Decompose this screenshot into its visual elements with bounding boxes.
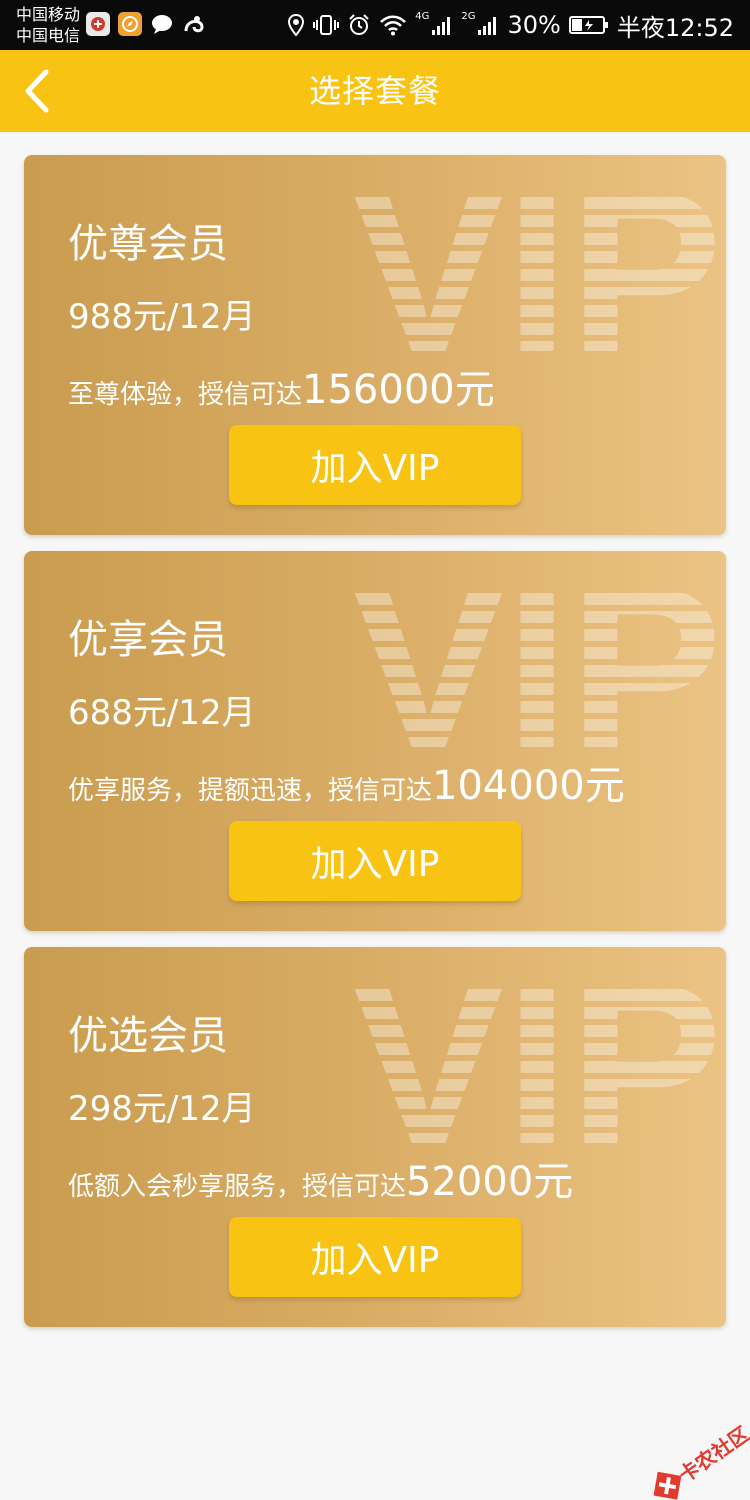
clock: 半夜12:52 xyxy=(616,13,734,42)
vip-watermark: VIP xyxy=(352,161,723,361)
plan-description: 低额入会秒享服务，授信可达52000元 xyxy=(68,1149,573,1207)
plan-name: 优选会员 xyxy=(68,1013,228,1059)
vip-watermark: VIP xyxy=(352,953,723,1153)
nav-bar: 选择套餐 xyxy=(0,50,750,132)
plan-desc-text: 低额入会秒享服务，授信可达 xyxy=(68,1172,407,1202)
community-watermark-logo: 卡农社区 xyxy=(653,1422,750,1500)
carrier-1: 中国移动 xyxy=(16,5,81,24)
join-vip-button[interactable]: 加入VIP xyxy=(229,425,521,505)
plan-desc-text: 优享服务，提额迅速，授信可达 xyxy=(68,776,433,806)
vip-watermark-text: VIP xyxy=(352,557,723,757)
signal-icon-2 xyxy=(478,17,497,35)
network-2g-label: 2G xyxy=(461,11,476,22)
join-vip-button[interactable]: 加入VIP xyxy=(229,821,521,901)
plan-name: 优尊会员 xyxy=(68,221,228,267)
alarm-icon xyxy=(349,14,369,35)
join-vip-button[interactable]: 加入VIP xyxy=(229,1217,521,1297)
browser-icon xyxy=(182,12,206,36)
plan-description: 至尊体验，授信可达156000元 xyxy=(68,357,495,415)
notification-icons xyxy=(86,12,206,36)
location-icon xyxy=(288,13,305,37)
plan-desc-text: 至尊体验，授信可达 xyxy=(68,380,303,410)
plan-price: 988元/12月 xyxy=(68,297,256,337)
wifi-icon xyxy=(380,15,407,36)
battery-icon xyxy=(568,16,608,34)
vip-watermark-text: VIP xyxy=(352,161,723,361)
plan-credit-amount: 52000元 xyxy=(406,1159,574,1205)
app-notification-icon xyxy=(86,12,110,36)
plan-credit-amount: 156000元 xyxy=(302,367,495,413)
vibrate-icon xyxy=(313,15,340,35)
plan-description: 优享服务，提额迅速，授信可达104000元 xyxy=(68,753,625,811)
system-indicators: 4G 2G 30% 半夜12:52 xyxy=(287,0,734,50)
plan-price: 298元/12月 xyxy=(68,1089,256,1129)
carrier-2: 中国电信 xyxy=(16,26,81,45)
vip-watermark-text: VIP xyxy=(352,953,723,1153)
vip-watermark: VIP xyxy=(352,557,723,757)
plan-card-premium: VIP 优尊会员 988元/12月 至尊体验，授信可达156000元 加入VIP xyxy=(24,155,726,535)
network-4g-label: 4G xyxy=(415,11,430,22)
page-title: 选择套餐 xyxy=(308,72,441,110)
chat-icon xyxy=(150,12,174,36)
plan-credit-amount: 104000元 xyxy=(432,763,625,809)
plan-card-select: VIP 优选会员 298元/12月 低额入会秒享服务，授信可达52000元 加入… xyxy=(24,947,726,1327)
plan-price: 688元/12月 xyxy=(68,693,256,733)
status-bar: 中国移动 中国电信 4G 2G 30% 半夜12:52 xyxy=(0,0,750,50)
plan-card-enjoy: VIP 优享会员 688元/12月 优享服务，提额迅速，授信可达104000元 … xyxy=(24,551,726,931)
community-watermark-text: 卡农社区 xyxy=(674,1422,750,1488)
battery-percent: 30% xyxy=(507,11,561,39)
compass-icon xyxy=(118,12,142,36)
signal-icon xyxy=(432,17,451,35)
plan-name: 优享会员 xyxy=(68,617,228,663)
carrier-info: 中国移动 中国电信 xyxy=(16,4,80,46)
